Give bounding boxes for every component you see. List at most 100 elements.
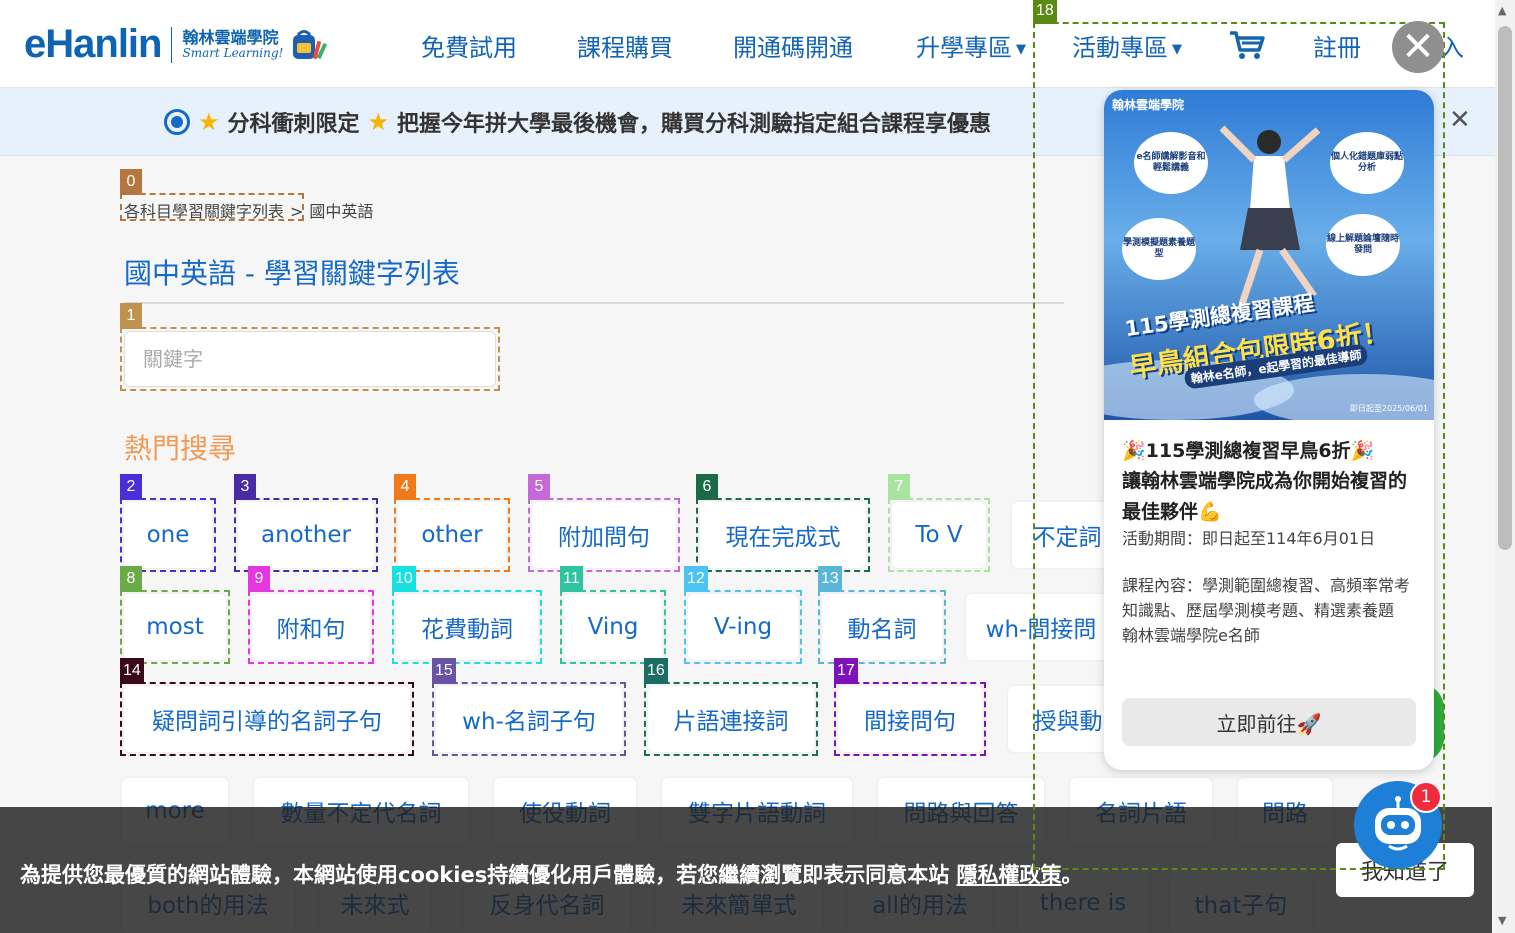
keyword-chip-label: 片語連接詞 — [673, 709, 789, 735]
keyword-chip-label: wh-間接問 — [985, 617, 1097, 643]
keyword-chip[interactable]: 花費動詞 — [396, 594, 538, 660]
promo-subheading: 讓翰林雲端學院成為你開始複習的最佳夥伴💪 — [1122, 470, 1408, 523]
keyword-chip[interactable]: 附和句 — [252, 594, 370, 660]
page-title: 國中英語 - 學習關鍵字列表 — [124, 257, 460, 290]
notification-badge: 1 — [1410, 781, 1442, 813]
keyword-chip[interactable]: another — [238, 502, 374, 568]
keyword-chip-label: 授與動 — [1033, 709, 1103, 735]
promo-body: 🎉115學測總複習早鳥6折🎉 讓翰林雲端學院成為你開始複習的最佳夥伴💪 活動期間… — [1122, 436, 1422, 648]
nav-label: 註冊 — [1313, 34, 1361, 62]
close-icon[interactable]: ✕ — [1449, 107, 1471, 133]
keyword-chip[interactable]: wh-名詞子句 — [436, 686, 622, 752]
backpack-icon — [289, 27, 329, 63]
marker-number: 5 — [528, 474, 550, 500]
keyword-chip[interactable]: 片語連接詞 — [648, 686, 814, 752]
promo-period: 活動期間：即日起至114年6月01日 — [1122, 529, 1376, 549]
scrollbar-thumb[interactable] — [1498, 26, 1512, 550]
promo-date: 即日起至2025/06/01 — [1349, 404, 1428, 413]
cookie-message: 為提供您最優質的網站體驗，本網站使用cookies持續優化用戶體驗，若您繼續瀏覽… — [20, 859, 1083, 889]
marker-number: 10 — [392, 566, 416, 592]
keyword-chip[interactable]: 附加問句 — [532, 502, 676, 568]
keyword-chip-label: 現在完成式 — [725, 525, 841, 551]
logo-text: eHanlin — [24, 22, 162, 66]
scroll-up-icon[interactable]: ▲ — [1498, 4, 1506, 17]
keyword-chip-label: V-ing — [713, 614, 773, 640]
keyword-chip[interactable]: 疑問詞引導的名詞子句 — [124, 686, 410, 752]
keyword-chip[interactable]: 現在完成式 — [700, 502, 866, 568]
marker-number: 2 — [120, 474, 142, 500]
logo-zh: 翰林雲端學院 — [182, 27, 279, 47]
privacy-policy-link[interactable]: 隱私權政策 — [957, 863, 1062, 887]
feature-bubble: 個人化錯題庫弱點分析 — [1330, 132, 1404, 194]
keyword-search-input[interactable] — [124, 331, 496, 387]
keyword-chip[interactable]: other — [398, 502, 506, 568]
keyword-chip-label: 間接問句 — [864, 709, 956, 735]
keyword-chip-label: 動名詞 — [847, 617, 917, 643]
chevron-down-icon: ▼ — [1172, 41, 1182, 57]
nav-label: 活動專區 — [1072, 34, 1168, 62]
divider — [124, 302, 1064, 304]
marker-number: 3 — [234, 474, 256, 500]
nav-activity-zone[interactable]: 活動專區 ▼ — [1072, 28, 1182, 63]
shopping-cart-icon[interactable] — [1228, 30, 1266, 60]
keyword-chip-label: 不定詞 — [1032, 525, 1102, 551]
keyword-chip-label: 附加問句 — [558, 525, 650, 551]
cookie-text: 為提供您最優質的網站體驗，本網站使用cookies持續優化用戶體驗，若您繼續瀏覽… — [20, 863, 950, 887]
marker-number: 9 — [248, 566, 270, 592]
marker-number: 1 — [120, 303, 142, 329]
keyword-chip-label: other — [421, 522, 483, 548]
breadcrumb: 各科目學習關鍵字列表 > 國中英語 — [124, 198, 373, 222]
announcement-content[interactable]: ★ 分科衝刺限定 ★ 把握今年拼大學最後機會，購買分科測驗指定組合課程享優惠 — [164, 106, 991, 138]
marker-number: 12 — [684, 566, 708, 592]
keyword-chip[interactable]: 間接問句 — [838, 686, 982, 752]
marker-number: 11 — [560, 566, 583, 592]
nav-label: 開通碼開通 — [733, 34, 853, 62]
scroll-down-icon[interactable]: ▼ — [1498, 914, 1506, 927]
promo-heading: 🎉115學測總複習早鳥6折🎉 — [1122, 440, 1375, 462]
keyword-chip[interactable]: 動名詞 — [822, 594, 942, 660]
keyword-chip[interactable]: Ving — [564, 594, 662, 660]
page: eHanlin 翰林雲端學院 Smart Learning! 免費試用 課程購買… — [0, 0, 1515, 933]
breadcrumb-link[interactable]: 各科目學習關鍵字列表 — [124, 202, 284, 221]
cookie-suffix: 。 — [1061, 863, 1083, 887]
section-title-hot-searches: 熱門搜尋 — [124, 432, 237, 465]
marker-number: 6 — [696, 474, 718, 500]
go-now-button[interactable]: 立即前往🚀 — [1122, 698, 1416, 746]
breadcrumb-current: 國中英語 — [309, 202, 374, 221]
logo-subtitle: 翰林雲端學院 Smart Learning! — [182, 27, 284, 60]
star-icon: ★ — [367, 108, 390, 136]
feature-bubble: 線上解題論壇隨時發問 — [1326, 214, 1400, 276]
feature-bubble: 學測模擬題素養題型 — [1122, 218, 1196, 280]
logo-en: Smart Learning! — [182, 45, 284, 60]
star-icon: ★ — [198, 108, 220, 136]
announcement-tag: 分科衝刺限定 — [227, 112, 360, 137]
promo-content: 課程內容：學測範圍總複習、高頻率常考知識點、歷屆學測模考題、精選素養題 — [1122, 575, 1411, 620]
keyword-chip-label: another — [261, 522, 351, 548]
radio-button-icon — [164, 109, 190, 135]
keyword-chip[interactable]: one — [124, 502, 212, 568]
keyword-chip[interactable]: V-ing — [688, 594, 798, 660]
nav-admission-zone[interactable]: 升學專區 ▼ — [916, 28, 1026, 63]
nav-label: 課程購買 — [577, 34, 673, 62]
marker-number: 7 — [888, 474, 910, 500]
keyword-chip-label: one — [146, 522, 190, 548]
breadcrumb-separator: > — [290, 202, 304, 221]
nav-activation-code[interactable]: 開通碼開通 — [733, 28, 853, 63]
nav-course-purchase[interactable]: 課程購買 — [577, 28, 673, 63]
nav-free-trial[interactable]: 免費試用 — [421, 28, 517, 63]
marker-number: 16 — [644, 658, 668, 684]
keyword-chip[interactable]: most — [124, 594, 226, 660]
logo-divider — [171, 26, 173, 63]
site-logo[interactable]: eHanlin 翰林雲端學院 Smart Learning! — [24, 22, 329, 67]
close-icon[interactable]: ✕ — [1392, 21, 1444, 73]
nav-register[interactable]: 註冊 — [1313, 28, 1361, 63]
vertical-scrollbar[interactable]: ▲ ▼ — [1495, 0, 1515, 933]
site-header: eHanlin 翰林雲端學院 Smart Learning! 免費試用 課程購買… — [0, 0, 1495, 88]
keyword-chip[interactable]: wh-間接問 — [966, 594, 1116, 660]
marker-number: 13 — [818, 566, 842, 592]
chevron-down-icon: ▼ — [1016, 41, 1026, 57]
promo-banner-image[interactable]: 翰林雲端學院 e名師講解影音和輕鬆講義 個人化錯題庫弱點分析 學測模擬題素養題型… — [1104, 90, 1434, 420]
promo-teacher: 翰林雲端學院e名師 — [1122, 625, 1260, 645]
keyword-chip[interactable]: To V — [892, 502, 986, 568]
keyword-chip-label: 疑問詞引導的名詞子句 — [152, 709, 382, 735]
